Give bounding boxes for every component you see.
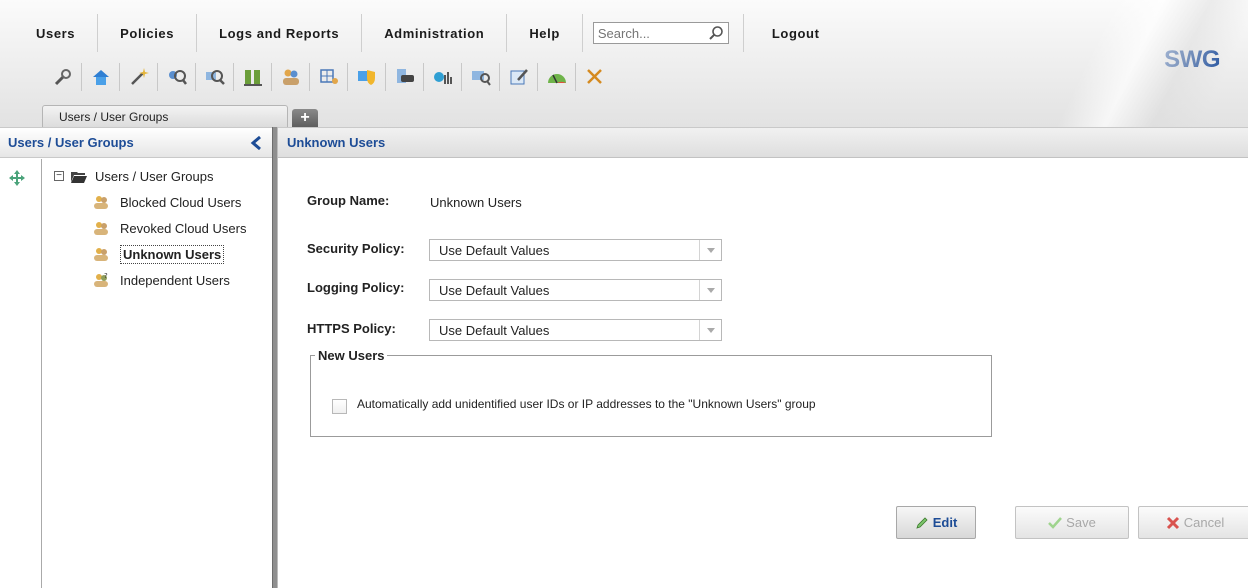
tree-node-label: Revoked Cloud Users — [120, 220, 247, 236]
cancel-button-label: Cancel — [1183, 515, 1225, 530]
user-group-icon — [94, 222, 108, 235]
url-icon[interactable] — [386, 63, 424, 91]
wand-icon[interactable] — [120, 63, 158, 91]
tree-node-revoked-cloud-users[interactable]: Revoked Cloud Users — [93, 217, 246, 239]
tools-icon[interactable] — [576, 63, 614, 91]
auto-add-label: Automatically add unidentified user IDs … — [357, 397, 816, 411]
add-tab-button[interactable]: + — [292, 109, 318, 127]
search-input[interactable] — [593, 23, 702, 43]
close-icon — [1166, 516, 1179, 529]
logging-policy-select[interactable]: Use Default Values — [429, 279, 722, 301]
user-group-icon — [94, 196, 108, 209]
menu-users[interactable]: Users — [22, 14, 99, 52]
tree-node-label: Independent Users — [120, 272, 230, 288]
left-panel-header: Users / User Groups — [0, 127, 272, 158]
right-panel-title: Unknown Users — [287, 135, 386, 150]
auto-add-checkbox[interactable] — [332, 399, 347, 414]
save-button-label: Save — [1066, 515, 1096, 530]
user-group-icon — [94, 248, 108, 261]
left-panel-title: Users / User Groups — [8, 135, 134, 150]
edit-document-icon[interactable] — [500, 63, 538, 91]
search-users-icon[interactable] — [158, 63, 196, 91]
svg-text:?: ? — [104, 272, 108, 280]
users-icon[interactable] — [272, 63, 310, 91]
group-name-value: Unknown Users — [430, 195, 522, 210]
tab-strip: Users / User Groups + — [0, 105, 1248, 127]
edit-button-label: Edit — [932, 515, 958, 530]
collapse-toggle-icon[interactable]: − — [54, 171, 64, 181]
logging-policy-label: Logging Policy: — [307, 280, 405, 295]
left-panel: Users / User Groups − Users / User Group… — [0, 127, 272, 588]
https-policy-value: Use Default Values — [439, 323, 550, 338]
new-users-fieldset: New Users Automatically add unidentified… — [310, 348, 992, 437]
save-button[interactable]: Save — [1015, 506, 1129, 539]
toolbar — [44, 63, 614, 91]
menu-administration[interactable]: Administration — [362, 14, 508, 52]
brand-logo: SWG — [1164, 46, 1220, 73]
https-policy-select[interactable]: Use Default Values — [429, 319, 722, 341]
menu-logs-and-reports[interactable]: Logs and Reports — [197, 14, 363, 52]
tree-root-label: Users / User Groups — [95, 168, 214, 184]
tree-node-blocked-cloud-users[interactable]: Blocked Cloud Users — [93, 191, 246, 213]
menu-help[interactable]: Help — [507, 14, 583, 52]
move-icon[interactable] — [9, 170, 25, 186]
list-columns-icon[interactable] — [234, 63, 272, 91]
app-header: Users Policies Logs and Reports Administ… — [0, 0, 1248, 127]
user-group-unknown-icon: ? — [94, 272, 108, 287]
search-icon[interactable] — [196, 63, 234, 91]
logout-link[interactable]: Logout — [742, 14, 842, 52]
main-menu: Users Policies Logs and Reports Administ… — [22, 10, 842, 56]
grid-users-icon[interactable] — [310, 63, 348, 91]
search-icon[interactable] — [708, 25, 724, 41]
tree-children: Blocked Cloud Users Revoked Cloud Users … — [93, 191, 246, 291]
search-box — [592, 22, 729, 44]
https-policy-label: HTTPS Policy: — [307, 321, 396, 336]
collapse-panel-icon[interactable] — [250, 136, 262, 150]
tree-root[interactable]: − Users / User Groups — [54, 167, 246, 185]
home-icon[interactable] — [82, 63, 120, 91]
chevron-down-icon — [699, 280, 721, 300]
tree-node-independent-users[interactable]: ? Independent Users — [93, 269, 246, 291]
checkmark-icon — [1048, 516, 1063, 529]
folder-open-icon — [71, 171, 87, 183]
group-tree: − Users / User Groups Blocked Cloud User… — [54, 167, 246, 295]
chart-icon[interactable] — [424, 63, 462, 91]
security-policy-label: Security Policy: — [307, 241, 405, 256]
security-policy-select[interactable]: Use Default Values — [429, 239, 722, 261]
group-name-label: Group Name: — [307, 193, 390, 208]
cancel-button[interactable]: Cancel — [1138, 506, 1248, 539]
logging-policy-value: Use Default Values — [439, 283, 550, 298]
shield-icon[interactable] — [348, 63, 386, 91]
tab-users-user-groups[interactable]: Users / User Groups — [42, 105, 288, 127]
security-policy-value: Use Default Values — [439, 243, 550, 258]
edit-button[interactable]: Edit — [896, 506, 976, 539]
tree-node-unknown-users[interactable]: Unknown Users — [93, 243, 246, 265]
report-search-icon[interactable] — [462, 63, 500, 91]
menu-policies[interactable]: Policies — [98, 14, 198, 52]
pencil-icon — [916, 516, 928, 529]
wrench-icon[interactable] — [44, 63, 82, 91]
gauge-icon[interactable] — [538, 63, 576, 91]
chevron-down-icon — [699, 320, 721, 340]
chevron-down-icon — [699, 240, 721, 260]
new-users-legend: New Users — [315, 348, 388, 363]
right-panel: Unknown Users Group Name: Unknown Users … — [278, 127, 1248, 588]
tree-node-label: Blocked Cloud Users — [120, 194, 242, 210]
right-panel-header: Unknown Users — [278, 127, 1248, 158]
tree-node-label: Unknown Users — [120, 244, 225, 264]
left-gutter — [0, 159, 42, 588]
